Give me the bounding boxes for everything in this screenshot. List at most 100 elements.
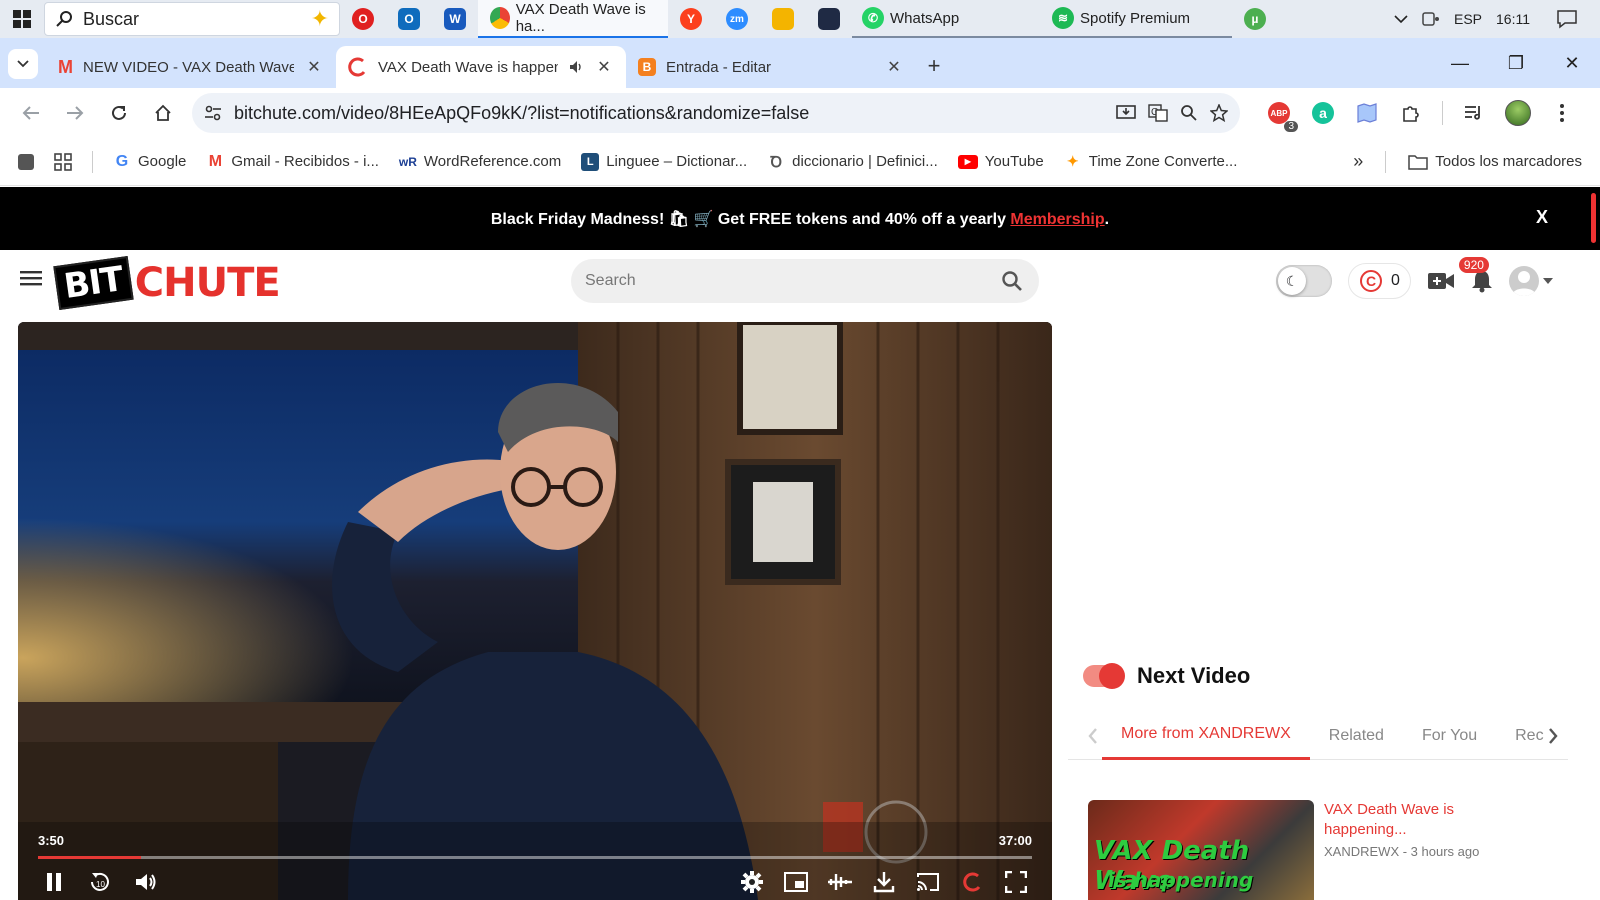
upload-video-icon[interactable] <box>1427 271 1455 291</box>
translate-icon[interactable]: G <box>1148 104 1168 122</box>
taskbar-app-explorer[interactable] <box>760 0 806 38</box>
picture-in-picture-icon[interactable] <box>784 870 808 894</box>
membership-link[interactable]: Membership <box>1010 211 1104 228</box>
map-extension-icon[interactable] <box>1354 100 1380 126</box>
site-info-icon[interactable] <box>204 105 222 121</box>
puzzle-icon[interactable] <box>1398 100 1424 126</box>
video-card[interactable]: VAX Death Wave is happening VAX Death Wa… <box>1088 800 1494 900</box>
page-scrollbar[interactable] <box>1591 193 1596 243</box>
seek-bar-played <box>38 856 142 859</box>
tab-close-icon[interactable]: ✕ <box>594 57 614 77</box>
waveform-icon[interactable] <box>828 870 852 894</box>
zoom-icon[interactable] <box>1180 104 1198 122</box>
settings-gear-icon[interactable] <box>740 870 764 894</box>
reload-button[interactable] <box>100 94 138 132</box>
square-app-icon[interactable] <box>18 153 34 170</box>
taskbar-app-utorrent[interactable]: µ <box>1232 0 1278 38</box>
install-app-icon[interactable] <box>1116 104 1136 122</box>
notifications-badge: 920 <box>1458 257 1489 273</box>
tab-recommended[interactable]: Rec <box>1496 712 1547 760</box>
chevron-left-icon[interactable] <box>1068 727 1102 744</box>
taskbar-app-whatsapp[interactable]: ✆ WhatsApp <box>852 0 1042 38</box>
address-bar[interactable]: bitchute.com/video/8HEeApQFo9kK/?list=no… <box>192 93 1240 133</box>
adblock-extension-icon[interactable]: ABP 3 <box>1266 100 1298 132</box>
taskbar-app-chrome[interactable]: VAX Death Wave is ha... <box>478 0 668 38</box>
volume-icon[interactable] <box>134 870 158 894</box>
bookmark-diccionario[interactable]: Ꝺdiccionario | Definici... <box>767 153 937 171</box>
chevron-right-icon[interactable] <box>1548 727 1558 744</box>
seek-bar[interactable] <box>38 856 1032 859</box>
grammar-extension-icon[interactable]: a <box>1310 100 1336 126</box>
home-button[interactable] <box>144 94 182 132</box>
taskbar-app-security[interactable] <box>806 0 852 38</box>
tab-search-button[interactable] <box>8 49 38 79</box>
notifications-button[interactable]: 920 <box>1458 257 1493 293</box>
more-menu-icon[interactable] <box>1549 100 1575 126</box>
yandex-icon: Y <box>680 8 702 30</box>
tab-for-you[interactable]: For You <box>1403 712 1496 760</box>
bookmark-linguee[interactable]: L Linguee – Dictionar... <box>581 152 747 171</box>
pause-icon[interactable] <box>42 870 66 894</box>
taskbar-app-word[interactable]: W <box>432 0 478 38</box>
profile-avatar[interactable] <box>1505 100 1531 126</box>
audio-playing-icon[interactable] <box>568 59 584 75</box>
site-search-bar[interactable]: Search <box>571 259 1039 303</box>
fullscreen-icon[interactable] <box>1004 870 1028 894</box>
bookmark-youtube[interactable]: ▶ YouTube <box>957 153 1044 170</box>
meeting-icon[interactable] <box>1422 11 1440 27</box>
bookmark-star-icon[interactable] <box>1210 104 1228 122</box>
dark-mode-toggle[interactable]: ☾ <box>1276 265 1332 297</box>
bookmark-timezone[interactable]: ✦ Time Zone Converte... <box>1064 153 1238 171</box>
tab-close-icon[interactable]: ✕ <box>884 57 904 77</box>
bookmark-google[interactable]: G Google <box>113 153 187 171</box>
video-player[interactable]: 3:50 37:00 10 <box>18 322 1052 900</box>
tab-bitchute[interactable]: VAX Death Wave is happeni ✕ <box>336 46 626 88</box>
media-control-icon[interactable] <box>1461 100 1487 126</box>
minimize-button[interactable]: — <box>1432 38 1488 88</box>
taskbar-app-spotify[interactable]: ≋ Spotify Premium <box>1042 0 1232 38</box>
more-bookmarks-icon[interactable]: » <box>1353 151 1363 172</box>
apps-grid-icon[interactable] <box>54 152 72 171</box>
svg-text:C: C <box>1366 273 1376 289</box>
clock[interactable]: 16:11 <box>1496 11 1530 27</box>
promo-close-button[interactable]: X <box>1536 207 1548 228</box>
video-thumbnail[interactable]: VAX Death Wave is happening <box>1088 800 1314 900</box>
close-window-button[interactable]: ✕ <box>1544 38 1600 88</box>
back-button[interactable] <box>12 94 50 132</box>
bookmark-wordreference[interactable]: wR WordReference.com <box>399 153 561 171</box>
taskbar-app-yandex[interactable]: Y <box>668 0 714 38</box>
autoplay-toggle[interactable] <box>1083 663 1125 689</box>
bitchute-brand-icon[interactable] <box>960 870 984 894</box>
tab-more-from-channel[interactable]: More from XANDREWX <box>1102 712 1310 760</box>
video-card-title[interactable]: VAX Death Wave is happening... <box>1324 800 1494 840</box>
tab-blogger[interactable]: B Entrada - Editar ✕ <box>626 46 916 88</box>
notification-center-icon[interactable] <box>1556 9 1578 29</box>
current-time: 3:50 <box>38 833 65 848</box>
search-icon[interactable] <box>1001 270 1023 292</box>
download-icon[interactable] <box>872 870 896 894</box>
taskbar-app-zoom[interactable]: zm <box>714 0 760 38</box>
windows-start-icon[interactable] <box>0 0 44 38</box>
language-indicator[interactable]: ESP <box>1454 11 1482 27</box>
restore-button[interactable]: ❐ <box>1488 38 1544 88</box>
rewind-10-icon[interactable]: 10 <box>88 870 112 894</box>
hamburger-menu-icon[interactable] <box>20 269 42 287</box>
site-search-input[interactable]: Search <box>585 272 1001 290</box>
chevron-up-icon[interactable] <box>1394 14 1408 24</box>
url-text[interactable]: bitchute.com/video/8HEeApQFo9kK/?list=no… <box>234 103 1104 124</box>
user-menu[interactable] <box>1508 266 1553 296</box>
tab-related[interactable]: Related <box>1310 712 1403 760</box>
promo-bold: FREE tokens <box>748 210 848 228</box>
all-bookmarks-folder[interactable]: Todos los marcadores <box>1408 153 1582 170</box>
tokens-counter[interactable]: C 0 <box>1348 263 1411 299</box>
taskbar-app-opera[interactable]: O <box>340 0 386 38</box>
tab-close-icon[interactable]: ✕ <box>304 57 324 77</box>
new-tab-button[interactable]: + <box>916 48 952 84</box>
forward-button[interactable] <box>56 94 94 132</box>
bookmark-gmail[interactable]: M Gmail - Recibidos - i... <box>206 153 379 171</box>
taskbar-search[interactable]: Buscar ✦ <box>44 2 340 36</box>
taskbar-app-outlook[interactable]: O <box>386 0 432 38</box>
tab-gmail[interactable]: M NEW VIDEO - VAX Death Wave ✕ <box>46 46 336 88</box>
cast-icon[interactable] <box>916 870 940 894</box>
site-logo[interactable]: BIT CHUTE <box>53 256 281 310</box>
